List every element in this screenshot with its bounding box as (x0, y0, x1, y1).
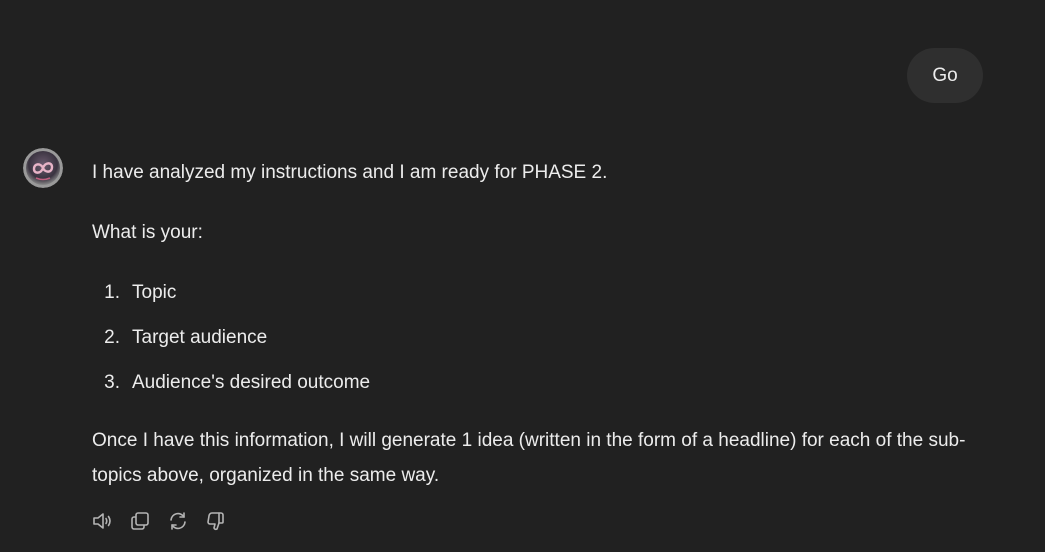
assistant-closing-text: Once I have this information, I will gen… (92, 430, 966, 486)
assistant-intro-text: I have analyzed my instructions and I am… (92, 162, 608, 183)
read-aloud-icon (92, 512, 111, 529)
chat-page: Go I have analyzed my instructions and I… (0, 0, 1045, 552)
message-actions (90, 509, 227, 532)
thumbs-down-button[interactable] (204, 509, 227, 532)
user-message-bubble: Go (907, 48, 983, 103)
question-list: 1. Topic 2. Target audience 3. Audience'… (92, 275, 370, 410)
copy-icon (130, 511, 149, 530)
assistant-logo-icon (23, 148, 63, 188)
assistant-question-text: What is your: (92, 222, 203, 243)
user-message-text: Go (932, 64, 958, 86)
regenerate-icon (169, 511, 186, 530)
list-item-label: Target audience (132, 327, 268, 348)
list-item: 3. Audience's desired outcome (92, 365, 370, 410)
list-item: 1. Topic (92, 275, 370, 320)
list-item-number: 2. (104, 327, 120, 348)
list-item: 2. Target audience (92, 320, 370, 365)
list-item-label: Topic (132, 282, 177, 303)
read-aloud-button[interactable] (90, 509, 113, 532)
assistant-avatar (23, 148, 63, 188)
thumbs-down-icon (206, 511, 224, 530)
regenerate-button[interactable] (166, 509, 189, 532)
list-item-number: 3. (104, 372, 120, 393)
copy-button[interactable] (128, 509, 151, 532)
list-item-number: 1. (104, 282, 120, 303)
list-item-label: Audience's desired outcome (132, 372, 371, 393)
